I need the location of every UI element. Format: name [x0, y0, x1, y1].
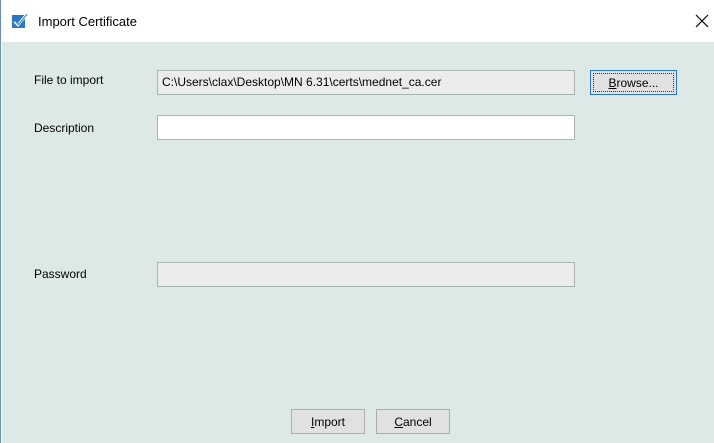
- password-input: [157, 262, 575, 287]
- import-button[interactable]: Import: [291, 409, 365, 434]
- dialog-client-area: File to import C:\Users\clax\Desktop\MN …: [2, 42, 714, 443]
- description-input[interactable]: [157, 115, 575, 140]
- file-to-import-field[interactable]: C:\Users\clax\Desktop\MN 6.31\certs\medn…: [157, 70, 575, 95]
- title-bar: Import Certificate: [1, 0, 714, 42]
- window-title: Import Certificate: [38, 14, 137, 29]
- browse-button[interactable]: Browse...: [590, 70, 677, 95]
- password-label: Password: [34, 267, 87, 281]
- browse-button-label: Browse...: [608, 76, 659, 90]
- import-certificate-dialog: Import Certificate File to import C:\Use…: [0, 0, 714, 443]
- file-to-import-label: File to import: [34, 73, 104, 87]
- import-button-label: Import: [310, 415, 346, 429]
- cancel-button[interactable]: Cancel: [376, 409, 450, 434]
- cancel-button-label: Cancel: [394, 415, 432, 429]
- description-label: Description: [34, 121, 95, 135]
- close-icon[interactable]: [691, 9, 713, 33]
- checkbox-check-icon: [12, 13, 28, 28]
